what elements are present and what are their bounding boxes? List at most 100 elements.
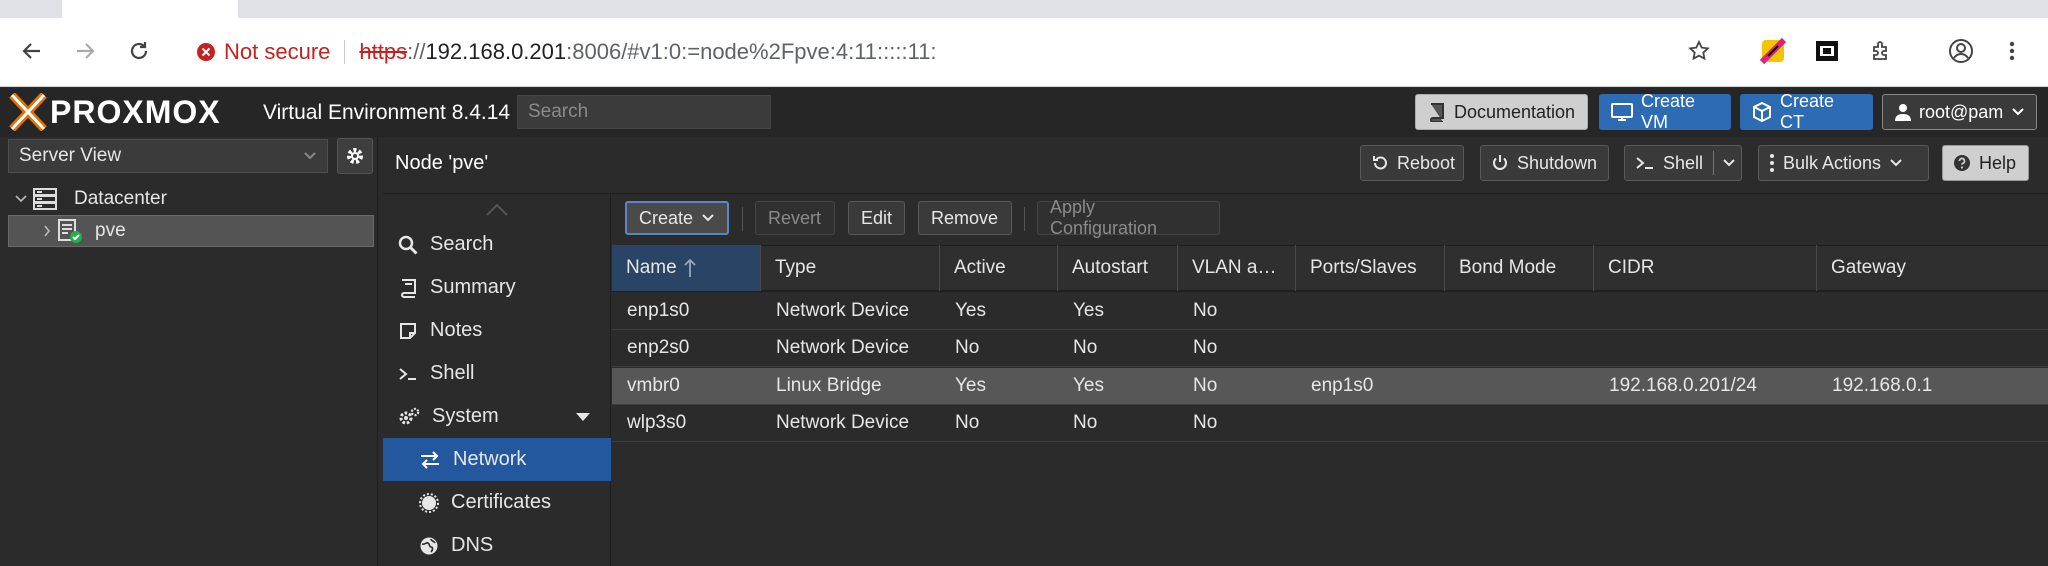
cell-type: Linux Bridge (776, 375, 882, 396)
cell-cidr (1594, 293, 1817, 330)
shutdown-label: Shutdown (1517, 152, 1598, 173)
address-bar[interactable]: Not secure https://192.168.0.201:8006/#v… (180, 28, 1735, 76)
menu-label-notes: Notes (430, 319, 483, 341)
bulk-actions-button[interactable]: Bulk Actions (1758, 145, 1929, 181)
cogs-icon (398, 407, 420, 427)
column-label-gateway: Gateway (1831, 257, 1906, 278)
apply-configuration-button[interactable]: Apply Configuration (1037, 197, 1220, 238)
url-path: :8006/#v1:0:=node%2Fpve:4:11:::::11: (566, 39, 937, 64)
create-vm-label: Create VM (1641, 91, 1696, 132)
reload-icon[interactable] (119, 31, 159, 71)
column-header-gateway[interactable]: Gateway (1817, 245, 2048, 291)
edit-button[interactable]: Edit (848, 201, 905, 235)
cell-active: Yes (955, 375, 986, 396)
column-header-cidr[interactable]: CIDR (1594, 245, 1817, 291)
url-host: 192.168.0.201 (425, 39, 567, 64)
cell-autostart: No (1073, 412, 1098, 433)
cell-vlan-aware: No (1193, 375, 1218, 396)
book-icon (1428, 102, 1446, 122)
shell-split-button[interactable]: Shell (1624, 145, 1742, 181)
remove-button[interactable]: Remove (918, 201, 1012, 235)
tree-settings-button[interactable] (337, 138, 373, 174)
expand-chevron-icon[interactable] (14, 194, 28, 204)
cell-name: wlp3s0 (627, 412, 687, 433)
chevron-down-icon (303, 151, 317, 161)
column-header-autostart[interactable]: Autostart (1058, 245, 1178, 291)
revert-button[interactable]: Revert (755, 201, 835, 235)
cell-vlan-aware: No (1193, 300, 1218, 321)
menu-item-system[interactable]: System (383, 395, 611, 438)
certificate-icon (419, 492, 439, 513)
extension-color-icon[interactable] (1753, 31, 1793, 71)
column-label-autostart: Autostart (1072, 257, 1149, 278)
address-divider (344, 40, 346, 64)
logo-text: PROXMOX (50, 93, 221, 130)
column-header-type[interactable]: Type (761, 245, 940, 291)
extension-dark-icon[interactable] (1807, 31, 1847, 71)
table-row[interactable]: wlp3s0 Network Device No No No (612, 405, 2048, 442)
back-icon[interactable] (12, 31, 52, 71)
column-label-active: Active (954, 257, 1006, 278)
menu-item-summary[interactable]: Summary (383, 266, 611, 309)
menu-item-notes[interactable]: Notes (383, 309, 611, 352)
monitor-icon (1611, 102, 1633, 122)
revert-label: Revert (768, 207, 822, 228)
not-secure-label[interactable]: Not secure (224, 39, 330, 65)
profile-icon[interactable] (1941, 31, 1981, 71)
help-button[interactable]: Help (1942, 145, 2029, 181)
sort-ascending-icon (683, 258, 697, 278)
menu-item-certificates[interactable]: Certificates (383, 481, 611, 524)
user-menu-button[interactable]: root@pam (1882, 94, 2037, 130)
column-header-bond-mode[interactable]: Bond Mode (1445, 245, 1594, 291)
shutdown-button[interactable]: Shutdown (1480, 145, 1609, 181)
forward-icon[interactable] (65, 31, 105, 71)
create-button[interactable]: Create (625, 201, 729, 235)
chevron-down-icon (2011, 107, 2025, 117)
cell-type: Network Device (776, 337, 910, 358)
ellipsis-vertical-icon (1769, 153, 1775, 173)
browser-active-tab[interactable] (62, 0, 238, 18)
menu-label-dns: DNS (451, 534, 494, 556)
tree-item-datacenter[interactable]: Datacenter (8, 183, 374, 215)
create-vm-button[interactable]: Create VM (1599, 91, 1731, 132)
tree-label-pve: pve (95, 220, 126, 241)
tree-label-datacenter: Datacenter (74, 188, 167, 209)
browser-menu-icon[interactable] (1992, 31, 2032, 71)
column-header-ports-slaves[interactable]: Ports/Slaves (1296, 245, 1445, 291)
globe-icon (419, 536, 439, 556)
reboot-button[interactable]: Reboot (1360, 145, 1464, 181)
documentation-button[interactable]: Documentation (1415, 94, 1588, 130)
cell-type: Network Device (776, 412, 910, 433)
column-header-active[interactable]: Active (940, 245, 1058, 291)
tree-item-pve[interactable]: pve (8, 215, 374, 247)
note-icon (398, 321, 418, 341)
bookmark-star-icon[interactable] (1679, 31, 1719, 71)
expand-chevron-right-icon[interactable] (43, 224, 51, 238)
cell-bond-mode (1445, 405, 1594, 442)
menu-scroll-up-icon[interactable] (485, 203, 509, 217)
menu-item-search[interactable]: Search (383, 223, 611, 266)
table-row-selected[interactable]: vmbr0 Linux Bridge Yes Yes No enp1s0 192… (612, 368, 2048, 405)
apply-label: Apply Configuration (1050, 197, 1158, 238)
server-view-select[interactable]: Server View (8, 139, 328, 173)
table-row[interactable]: enp2s0 Network Device No No No (612, 330, 2048, 367)
cell-vlan-aware: No (1193, 337, 1218, 358)
cell-gateway: 192.168.0.1 (1832, 375, 1933, 396)
column-label-name: Name (626, 257, 677, 278)
cell-ports-slaves (1296, 405, 1445, 442)
split-divider (1713, 151, 1715, 175)
table-row[interactable]: enp1s0 Network Device Yes Yes No (612, 293, 2048, 330)
column-label-vlan-aware: VLAN a… (1192, 257, 1277, 278)
reboot-label: Reboot (1397, 152, 1456, 173)
extensions-puzzle-icon[interactable] (1861, 31, 1901, 71)
column-header-name[interactable]: Name (612, 245, 761, 291)
column-header-vlan-aware[interactable]: VLAN a… (1178, 245, 1296, 291)
menu-label-summary: Summary (430, 276, 516, 298)
header-search-input[interactable]: Search (517, 95, 771, 129)
menu-item-shell[interactable]: Shell (383, 352, 611, 395)
chevron-down-icon[interactable] (1722, 158, 1736, 168)
create-ct-button[interactable]: Create CT (1740, 91, 1873, 132)
menu-item-dns[interactable]: DNS (383, 524, 611, 566)
shell-label: Shell (1663, 152, 1704, 173)
menu-item-network[interactable]: Network (383, 438, 611, 481)
